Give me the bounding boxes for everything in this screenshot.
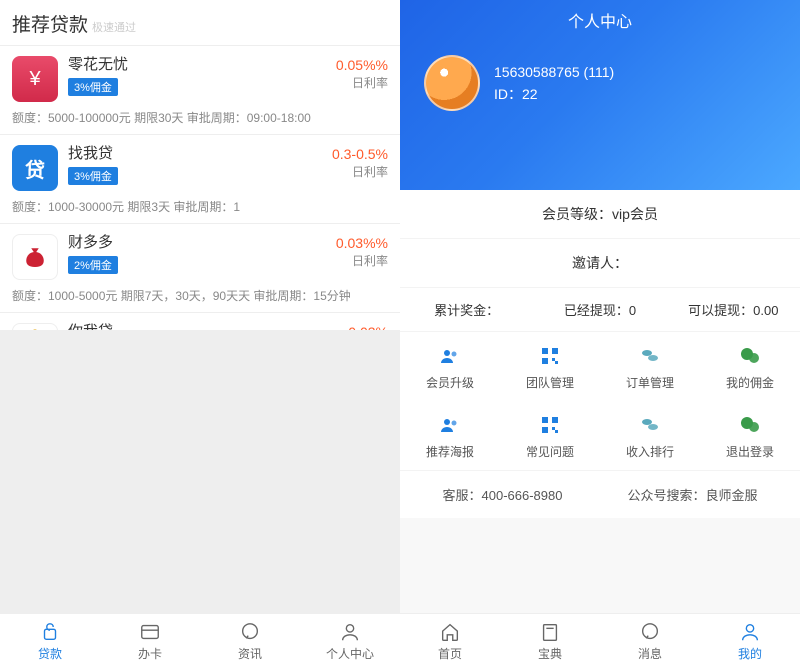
action-常见问题[interactable]: 常见问题 [500, 401, 600, 470]
rate-label: 日利率 [336, 74, 388, 91]
tab-icon [639, 621, 661, 643]
action-订单管理[interactable]: 订单管理 [600, 332, 700, 401]
blank-area [400, 518, 800, 613]
tab-icon [239, 621, 261, 643]
tab-label: 个人中心 [326, 645, 374, 662]
qr-icon [538, 344, 562, 368]
loan-meta: 额度：1000-5000元 期限7天，30天，90天天 审批周期：15分钟 [12, 288, 388, 304]
profile-card: 会员等级：vip会员 邀请人： 累计奖金：已经提现：0可以提现：0.00 会员升… [400, 190, 800, 518]
action-我的佣金[interactable]: 我的佣金 [700, 332, 800, 401]
tab-label: 我的 [738, 645, 762, 662]
commission-badge: 3%佣金 [68, 78, 118, 96]
tab-我的[interactable]: 我的 [700, 614, 800, 669]
tab-label: 首页 [438, 645, 462, 662]
users-icon [438, 413, 462, 437]
rate-value: 0.05%% [336, 56, 388, 74]
moneybag-icon [20, 242, 50, 272]
stats-row: 累计奖金：已经提现：0可以提现：0.00 [400, 288, 800, 331]
loan-item[interactable]: 你我贷 60%佣金 0.03% 日利率 额度：1000-3000元 期限7天 审… [0, 313, 400, 330]
rate-value: 0.03%% [336, 234, 388, 252]
coins-icon [638, 413, 662, 437]
rate-value: 0.3-0.5% [332, 145, 388, 163]
loan-item[interactable]: ¥ 零花无忧 3%佣金 0.05%% 日利率 额度：5000-100000元 期… [0, 46, 400, 135]
action-label: 推荐海报 [404, 443, 496, 460]
action-label: 常见问题 [504, 443, 596, 460]
profile-screen: 个人中心 15630588765 (111) ID：22 会员等级：vip会员 … [400, 0, 800, 669]
qr-icon [538, 413, 562, 437]
tab-label: 贷款 [38, 645, 62, 662]
action-推荐海报[interactable]: 推荐海报 [400, 401, 500, 470]
member-level: 会员等级：vip会员 [400, 190, 800, 239]
loan-name: 找我贷 [68, 145, 332, 163]
tab-消息[interactable]: 消息 [600, 614, 700, 669]
wechat-search: 公众号搜索：良师金服 [627, 485, 757, 504]
tab-label: 办卡 [138, 645, 162, 662]
commission-badge: 2%佣金 [68, 256, 118, 274]
action-退出登录[interactable]: 退出登录 [700, 401, 800, 470]
blank-area [0, 330, 400, 614]
loan-name: 零花无忧 [68, 56, 336, 74]
tab-办卡[interactable]: 办卡 [100, 614, 200, 669]
tab-资讯[interactable]: 资讯 [200, 614, 300, 669]
action-label: 收入排行 [604, 443, 696, 460]
rate-label: 日利率 [336, 252, 388, 269]
stat-item[interactable]: 可以提现：0.00 [667, 288, 800, 331]
avatar[interactable] [424, 55, 480, 111]
tab-icon [439, 621, 461, 643]
wechat-icon [738, 413, 762, 437]
action-grid: 会员升级 团队管理 订单管理 我的佣金 推荐海报 常见问题 收入排行 退出登录 [400, 331, 800, 470]
tab-label: 消息 [638, 645, 662, 662]
action-收入排行[interactable]: 收入排行 [600, 401, 700, 470]
profile-header: 个人中心 15630588765 (111) ID：22 [400, 0, 800, 190]
loan-list-screen: 推荐贷款极速通过 ¥ 零花无忧 3%佣金 0.05%% 日利率 额度：5000-… [0, 0, 400, 669]
loan-item[interactable]: 贷 找我贷 3%佣金 0.3-0.5% 日利率 额度：1000-30000元 期… [0, 135, 400, 224]
page-title: 推荐贷款极速通过 [0, 0, 400, 46]
loan-item[interactable]: 财多多 2%佣金 0.03%% 日利率 额度：1000-5000元 期限7天，3… [0, 224, 400, 313]
tab-icon [539, 621, 561, 643]
tab-label: 宝典 [538, 645, 562, 662]
tabbar-left: 贷款 办卡 资讯 个人中心 [0, 613, 400, 669]
tabbar-right: 首页 宝典 消息 我的 [400, 613, 800, 669]
loan-logo: 贷 [12, 145, 58, 191]
tab-首页[interactable]: 首页 [400, 614, 500, 669]
action-label: 订单管理 [604, 374, 696, 391]
tab-icon [339, 621, 361, 643]
loan-name: 财多多 [68, 234, 336, 252]
loan-list: ¥ 零花无忧 3%佣金 0.05%% 日利率 额度：5000-100000元 期… [0, 46, 400, 330]
page-title: 个人中心 [400, 8, 800, 32]
action-团队管理[interactable]: 团队管理 [500, 332, 600, 401]
wechat-icon [738, 344, 762, 368]
loan-meta: 额度：5000-100000元 期限30天 审批周期：09:00-18:00 [12, 110, 388, 126]
action-label: 团队管理 [504, 374, 596, 391]
inviter: 邀请人： [400, 239, 800, 288]
user-id: ID：22 [494, 83, 614, 105]
action-label: 会员升级 [404, 374, 496, 391]
action-会员升级[interactable]: 会员升级 [400, 332, 500, 401]
stat-item[interactable]: 已经提现：0 [533, 288, 666, 331]
loan-logo [12, 234, 58, 280]
tab-label: 资讯 [238, 645, 262, 662]
service-phone: 客服：400-666-8980 [443, 485, 563, 504]
user-info-box[interactable]: 15630588765 (111) ID：22 [424, 55, 614, 111]
tab-个人中心[interactable]: 个人中心 [300, 614, 400, 669]
coins-icon [638, 344, 662, 368]
tab-贷款[interactable]: 贷款 [0, 614, 100, 669]
rate-label: 日利率 [332, 163, 388, 180]
stat-item[interactable]: 累计奖金： [400, 288, 533, 331]
users-icon [438, 344, 462, 368]
loan-meta: 额度：1000-30000元 期限3天 审批周期：1 [12, 199, 388, 215]
tab-icon [139, 621, 161, 643]
action-label: 我的佣金 [704, 374, 796, 391]
contact-row: 客服：400-666-8980 公众号搜索：良师金服 [400, 470, 800, 518]
commission-badge: 3%佣金 [68, 167, 118, 185]
tab-宝典[interactable]: 宝典 [500, 614, 600, 669]
user-phone: 15630588765 (111) [494, 61, 614, 83]
action-label: 退出登录 [704, 443, 796, 460]
tab-icon [739, 621, 761, 643]
user-info-text: 15630588765 (111) ID：22 [494, 61, 614, 105]
loan-logo: ¥ [12, 56, 58, 102]
tab-icon [39, 621, 61, 643]
